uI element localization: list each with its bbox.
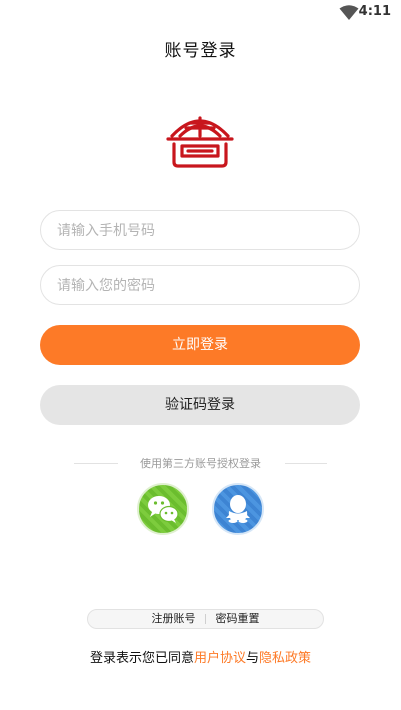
password-input[interactable] xyxy=(55,266,339,306)
agreement-conjunction: 与 xyxy=(246,651,260,666)
privacy-policy-link[interactable]: 隐私政策 xyxy=(259,651,311,666)
reset-password-link[interactable]: 密码重置 xyxy=(210,610,266,628)
qq-login-button[interactable] xyxy=(212,483,264,535)
third-party-label: 使用第三方账号授权登录 xyxy=(140,457,261,470)
phone-field[interactable] xyxy=(40,210,360,251)
account-links: 注册账号 密码重置 xyxy=(87,609,324,629)
phone-input[interactable] xyxy=(55,211,339,251)
user-agreement-link[interactable]: 用户协议 xyxy=(194,651,246,666)
status-bar: 4:11 xyxy=(0,0,401,26)
wifi-icon xyxy=(339,5,359,20)
app-logo-icon xyxy=(166,116,234,168)
password-field[interactable] xyxy=(40,265,360,306)
login-screen: 4:11 账号登录 立即登录 验证码登录 使用第三方账号授权登录 xyxy=(0,0,401,710)
register-link[interactable]: 注册账号 xyxy=(146,610,202,628)
agreement-text: 登录表示您已同意用户协议与隐私政策 xyxy=(0,647,401,666)
link-separator xyxy=(205,614,206,624)
third-party-section: 使用第三方账号授权登录 xyxy=(0,455,401,471)
page-title: 账号登录 xyxy=(164,41,237,61)
code-login-button[interactable]: 验证码登录 xyxy=(40,385,360,425)
qq-icon xyxy=(226,495,250,523)
wechat-login-button[interactable] xyxy=(137,483,189,535)
status-time: 4:11 xyxy=(358,4,391,19)
wechat-icon xyxy=(148,496,179,523)
login-button[interactable]: 立即登录 xyxy=(40,325,360,365)
divider-right xyxy=(285,463,327,464)
agreement-prefix: 登录表示您已同意 xyxy=(89,651,194,666)
